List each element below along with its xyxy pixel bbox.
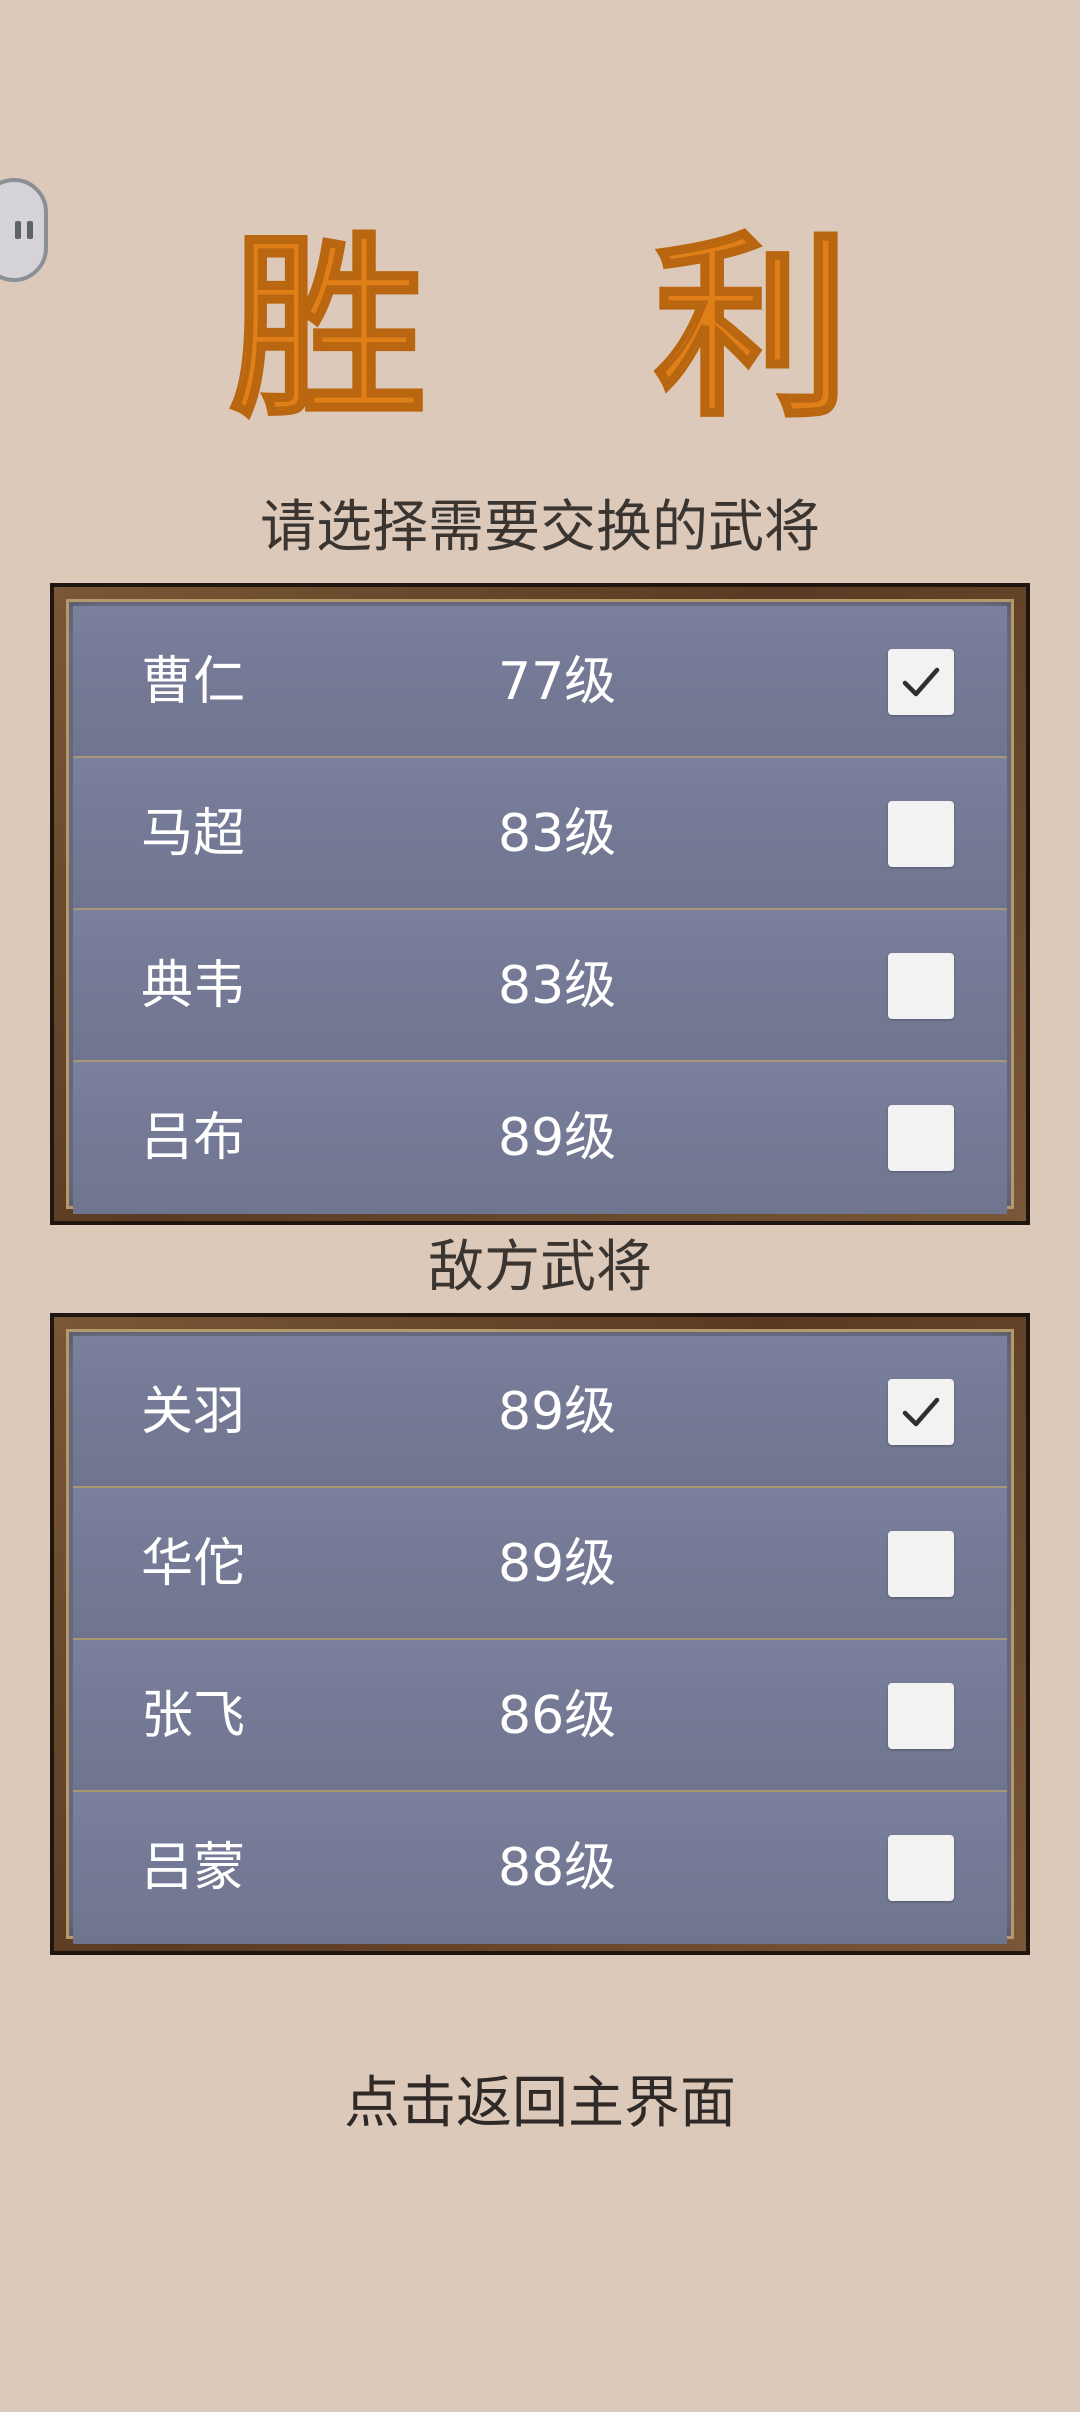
general-level: 77级 <box>498 652 617 712</box>
own-general-row[interactable]: 典韦 83级 <box>73 910 1007 1062</box>
checkmark-icon <box>902 667 940 697</box>
own-general-row[interactable]: 马超 83级 <box>73 758 1007 910</box>
select-checkbox[interactable] <box>888 1683 954 1749</box>
own-generals-panel: 曹仁 77级 马超 83级 典韦 83级 吕布 89级 <box>50 583 1030 1225</box>
enemy-general-row[interactable]: 华佗 89级 <box>73 1488 1007 1640</box>
general-name: 吕布 <box>141 1108 246 1168</box>
general-level: 88级 <box>498 1838 617 1898</box>
general-level: 83级 <box>498 804 617 864</box>
victory-title: 胜 利 <box>228 216 931 444</box>
select-checkbox[interactable] <box>888 1835 954 1901</box>
select-checkbox[interactable] <box>888 1105 954 1171</box>
general-level: 83级 <box>498 956 617 1016</box>
general-name: 马超 <box>141 804 246 864</box>
general-name: 典韦 <box>141 956 246 1016</box>
select-checkbox[interactable] <box>888 953 954 1019</box>
select-checkbox[interactable] <box>888 1531 954 1597</box>
general-name: 曹仁 <box>141 652 246 712</box>
general-level: 89级 <box>498 1108 617 1168</box>
general-name: 张飞 <box>141 1686 246 1746</box>
select-checkbox[interactable] <box>888 649 954 715</box>
general-level: 86级 <box>498 1686 617 1746</box>
enemy-general-row[interactable]: 吕蒙 88级 <box>73 1792 1007 1944</box>
select-checkbox[interactable] <box>888 801 954 867</box>
general-name: 关羽 <box>141 1382 246 1442</box>
general-name: 吕蒙 <box>141 1838 246 1898</box>
general-level: 89级 <box>498 1382 617 1442</box>
return-to-main-button[interactable]: 点击返回主界面 <box>0 2076 1080 2132</box>
enemy-general-row[interactable]: 张飞 86级 <box>73 1640 1007 1792</box>
enemy-general-row[interactable]: 关羽 89级 <box>73 1336 1007 1488</box>
own-general-row[interactable]: 吕布 89级 <box>73 1062 1007 1214</box>
general-level: 89级 <box>498 1534 617 1594</box>
own-section-label: 请选择需要交换的武将 <box>260 495 820 560</box>
checkmark-icon <box>902 1397 940 1427</box>
own-general-row[interactable]: 曹仁 77级 <box>73 606 1007 758</box>
general-name: 华佗 <box>141 1534 246 1594</box>
enemy-section-label: 敌方武将 <box>428 1235 652 1300</box>
enemy-generals-panel: 关羽 89级 华佗 89级 张飞 86级 吕蒙 88级 <box>50 1313 1030 1955</box>
select-checkbox[interactable] <box>888 1379 954 1445</box>
